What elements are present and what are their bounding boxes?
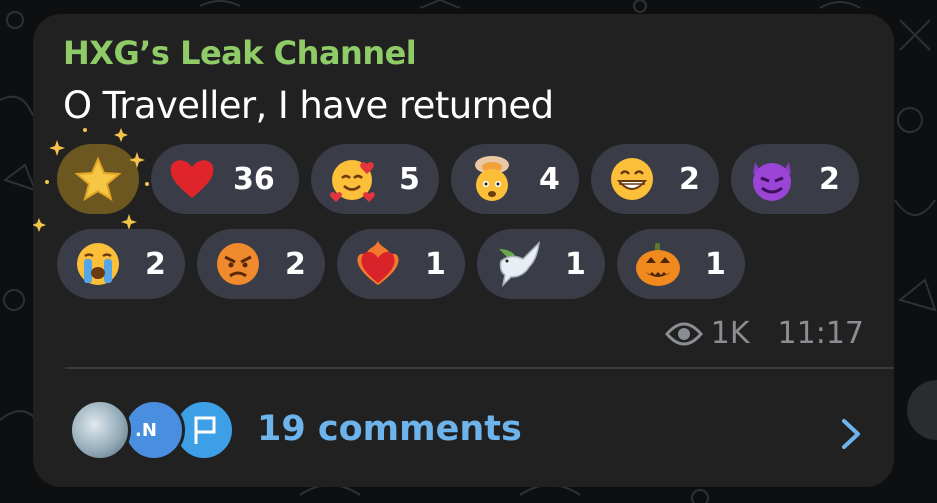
heart-on-fire-icon (357, 241, 399, 285)
reaction-count: 1 (565, 247, 586, 282)
smiling-devil-icon (753, 162, 791, 201)
channel-message: HXG’s Leak Channel O Traveller, I have r… (33, 14, 894, 487)
comments-button[interactable]: .N 19 comments (33, 379, 894, 489)
avatar-initials: .N (135, 419, 157, 441)
reaction-dove[interactable]: 1 (477, 229, 605, 299)
reaction-grinning[interactable]: 2 (591, 144, 719, 214)
reaction-star[interactable] (57, 144, 139, 214)
reaction-count: 2 (285, 247, 306, 282)
reaction-count: 2 (819, 162, 840, 197)
reaction-exploding-head[interactable]: 4 (451, 144, 579, 214)
reaction-count: 1 (705, 247, 726, 282)
message-meta: 1K 11:17 (664, 316, 864, 351)
red-heart-icon (170, 160, 214, 198)
reaction-devil[interactable]: 2 (731, 144, 859, 214)
grinning-face-icon (611, 158, 653, 200)
avatar: .N (123, 399, 185, 461)
eye-icon (664, 322, 703, 345)
view-count: 1K (710, 316, 750, 351)
reaction-count: 1 (425, 247, 446, 282)
channel-name[interactable]: HXG’s Leak Channel (63, 34, 417, 72)
message-time: 11:17 (777, 316, 864, 351)
divider (65, 367, 894, 369)
reaction-count: 5 (399, 162, 420, 197)
reaction-count: 4 (539, 162, 560, 197)
jack-o-lantern-icon (636, 243, 680, 286)
smiling-face-with-hearts-icon (330, 160, 375, 202)
reaction-count: 2 (679, 162, 700, 197)
reaction-angry[interactable]: 2 (197, 229, 325, 299)
comments-count: 19 comments (257, 409, 522, 449)
reaction-smiling-hearts[interactable]: 5 (311, 144, 439, 214)
message-text: O Traveller, I have returned (63, 84, 554, 127)
reaction-heart-fire[interactable]: 1 (337, 229, 465, 299)
reaction-pumpkin[interactable]: 1 (617, 229, 745, 299)
avatar (69, 399, 131, 461)
angry-face-icon (217, 243, 259, 285)
exploding-head-icon (475, 156, 509, 201)
dove-icon (499, 240, 541, 288)
reaction-crying[interactable]: 2 (57, 229, 185, 299)
star-icon (74, 156, 122, 202)
reaction-count: 2 (145, 247, 166, 282)
chevron-right-icon (842, 419, 860, 449)
crying-face-icon (77, 243, 119, 285)
reaction-count: 36 (233, 162, 275, 197)
reaction-heart[interactable]: 36 (151, 144, 299, 214)
